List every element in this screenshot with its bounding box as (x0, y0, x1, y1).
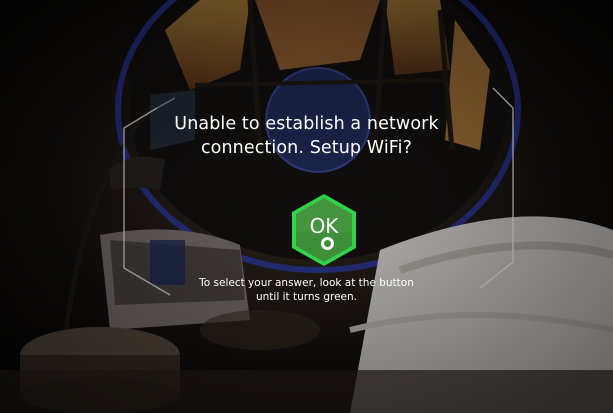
ok-button-label: OK (309, 214, 339, 238)
dialog-hint: To select your answer, look at the butto… (0, 276, 613, 304)
hint-line-2: until it turns green. (255, 291, 357, 303)
dialog-prompt: Unable to establish a network connection… (0, 112, 613, 160)
gaze-cursor (321, 237, 334, 250)
ok-button[interactable]: OK (288, 192, 360, 268)
hint-line-1: To select your answer, look at the butto… (199, 277, 414, 289)
vr-home-environment: Unable to establish a network connection… (0, 0, 613, 413)
prompt-line-2: connection. Setup WiFi? (200, 138, 413, 158)
prompt-line-1: Unable to establish a network (174, 114, 439, 134)
